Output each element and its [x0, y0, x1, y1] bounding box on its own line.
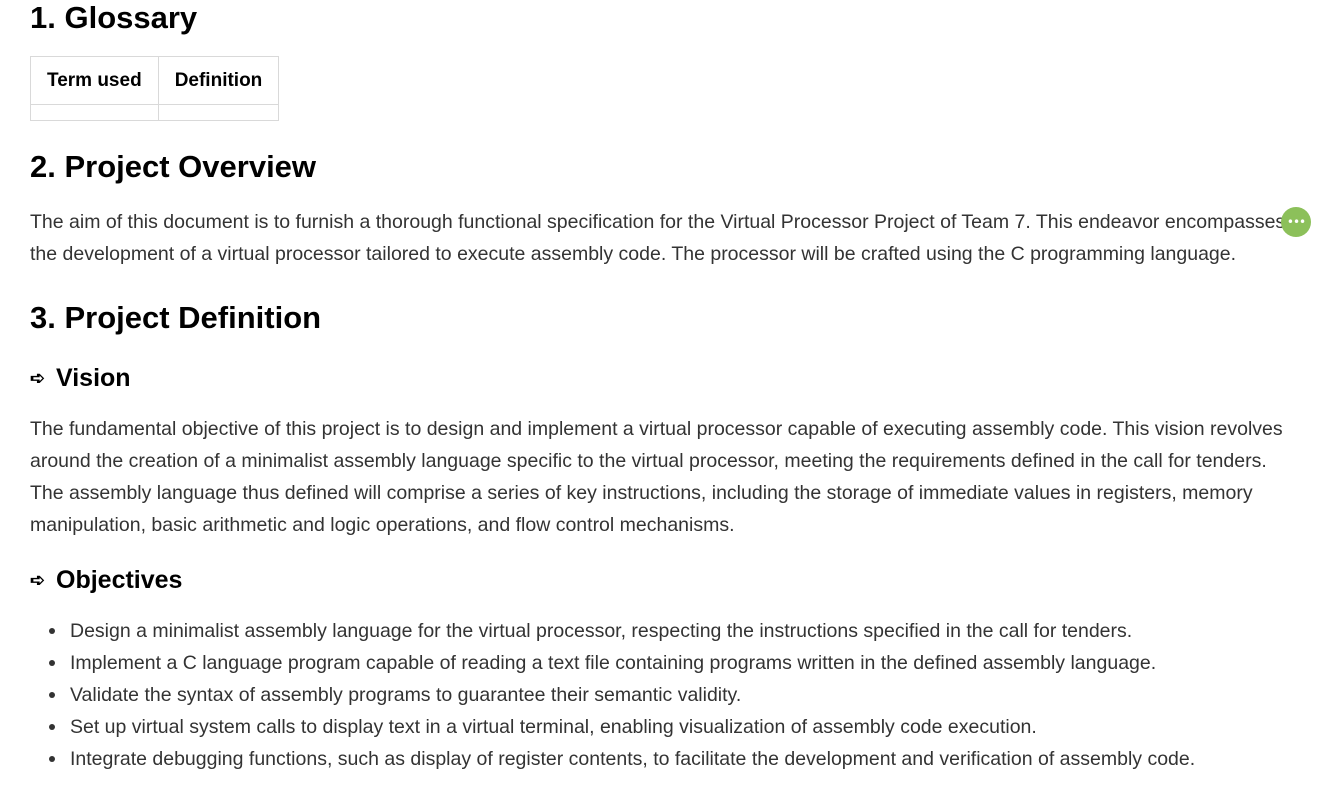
- list-item-text: Validate the syntax of assembly programs…: [70, 684, 742, 706]
- table-row: [30, 104, 280, 121]
- objectives-heading-label: Objectives: [56, 566, 183, 594]
- vision-heading: ➪ Vision: [30, 363, 1310, 393]
- bullet-icon: [49, 660, 55, 666]
- arrow-right-icon: ➪: [30, 570, 46, 590]
- list-item-text: Set up virtual system calls to display t…: [70, 716, 1037, 738]
- vision-paragraph: The fundamental objective of this projec…: [30, 418, 1283, 536]
- objectives-list: Design a minimalist assembly language fo…: [30, 615, 1310, 775]
- list-item-text: Integrate debugging functions, such as d…: [70, 748, 1196, 770]
- glossary-table: Term used Definition: [30, 56, 280, 121]
- overview-paragraph: The aim of this document is to furnish a…: [30, 211, 1286, 265]
- glossary-cell-term[interactable]: [30, 104, 159, 121]
- glossary-cell-definition[interactable]: [157, 104, 280, 121]
- list-item: Integrate debugging functions, such as d…: [49, 743, 1310, 775]
- bullet-icon: [49, 724, 55, 730]
- vision-heading-label: Vision: [56, 364, 131, 392]
- list-item: Validate the syntax of assembly programs…: [49, 679, 1310, 711]
- bullet-icon: [49, 692, 55, 698]
- glossary-header-row: Term used Definition: [30, 56, 280, 105]
- more-dots-icon: •••: [1286, 215, 1306, 229]
- glossary-header-term: Term used: [30, 56, 159, 105]
- comment-more-button[interactable]: •••: [1281, 207, 1311, 237]
- objectives-heading: ➪ Objectives: [30, 565, 1310, 595]
- definition-heading: 3. Project Definition: [30, 300, 322, 335]
- arrow-right-icon: ➪: [30, 368, 46, 388]
- list-item: Design a minimalist assembly language fo…: [49, 615, 1310, 647]
- list-item-text: Design a minimalist assembly language fo…: [70, 620, 1133, 642]
- list-item-text: Implement a C language program capable o…: [70, 652, 1157, 674]
- glossary-header-definition: Definition: [157, 56, 280, 105]
- document-page: 1. Glossary Term used Definition 2. Proj…: [30, 0, 1310, 775]
- bullet-icon: [49, 628, 55, 634]
- list-item: Implement a C language program capable o…: [49, 647, 1310, 679]
- list-item: Set up virtual system calls to display t…: [49, 711, 1310, 743]
- glossary-heading: 1. Glossary: [30, 0, 198, 35]
- bullet-icon: [49, 756, 55, 762]
- overview-heading: 2. Project Overview: [30, 149, 317, 184]
